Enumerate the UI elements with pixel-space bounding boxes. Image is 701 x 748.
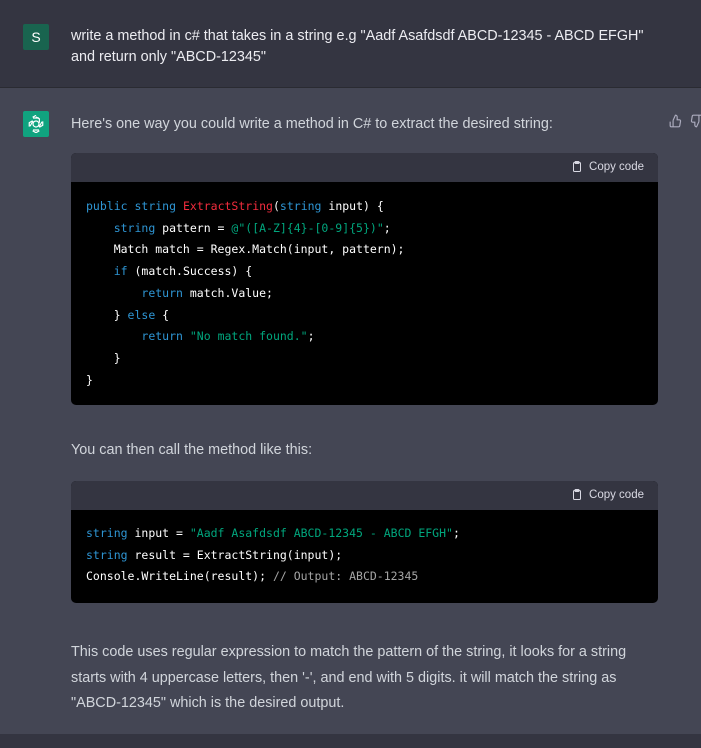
- code-token: @"([A-Z]{4}-[0-9]{5})": [231, 220, 384, 235]
- user-message-line: write a method in c# that takes in a str…: [71, 28, 644, 44]
- code-line: string pattern = @"([A-Z]{4}-[0-9]{5})";: [113, 220, 391, 235]
- copy-code-button[interactable]: Copy code: [571, 160, 644, 173]
- thumbs-up-icon[interactable]: [668, 113, 684, 129]
- code-line: Console.WriteLine(result); // Output: AB…: [86, 569, 419, 584]
- copy-code-label: Copy code: [589, 160, 644, 173]
- code-line: }: [86, 350, 121, 365]
- code-token: public: [86, 199, 128, 213]
- code-block: Copy code string input = "Aadf Asafdsdf …: [71, 481, 658, 603]
- code-line: return match.Value;: [141, 285, 273, 300]
- code-token: ExtractString: [182, 199, 273, 213]
- code-content: string input = "Aadf Asafdsdf ABCD-12345…: [71, 510, 658, 588]
- code-token: else: [127, 307, 156, 322]
- code-line: if (match.Success) {: [113, 264, 253, 279]
- code-token: return: [141, 285, 183, 300]
- code-line: string result = ExtractString(input);: [86, 547, 343, 562]
- code-token: string: [134, 199, 177, 213]
- code-token: string: [279, 199, 322, 213]
- explanation-line: This code uses regular expression to mat…: [71, 644, 627, 660]
- thumbs-down-icon[interactable]: [688, 113, 701, 129]
- code-line: public string ExtractString(string input…: [86, 199, 384, 213]
- code-line: return "No match found.";: [141, 329, 315, 344]
- assistant-mid-text: You can then call the method like this:: [71, 442, 313, 458]
- user-message: write a method in c# that takes in a str…: [71, 26, 671, 68]
- user-message-block: S write a method in c# that takes in a s…: [0, 0, 701, 88]
- code-line: } else {: [86, 307, 170, 322]
- clipboard-icon: [573, 161, 582, 172]
- assistant-intro: Here's one way you could write a method …: [71, 116, 553, 132]
- explanation-line: starts with 4 uppercase letters, then '-…: [71, 669, 617, 686]
- code-token: string: [113, 220, 156, 235]
- code-token: "No match found.": [189, 329, 308, 344]
- code-token: string: [86, 526, 128, 540]
- code-block-header: Copy code: [71, 481, 658, 510]
- explanation-line: "ABCD-12345" which is the desired output…: [71, 695, 345, 711]
- clipboard-icon: [573, 489, 582, 500]
- user-avatar: S: [23, 24, 49, 50]
- assistant-explanation: This code uses regular expression to mat…: [71, 640, 626, 717]
- code-line: }: [86, 372, 93, 387]
- code-block-header: Copy code: [71, 153, 658, 182]
- bottom-bar: [0, 734, 701, 748]
- user-message-line: and return only "ABCD-12345": [71, 49, 267, 65]
- copy-code-label: Copy code: [589, 488, 644, 501]
- code-content: public string ExtractString(string input…: [71, 182, 658, 391]
- openai-logo-icon: [23, 111, 49, 137]
- code-block: Copy code public string ExtractString(st…: [71, 153, 658, 405]
- code-comment: // Output: ABCD-12345: [272, 569, 419, 584]
- copy-code-button[interactable]: Copy code: [571, 488, 644, 501]
- code-token: "Aadf Asafdsdf ABCD-12345 - ABCD EFGH": [189, 526, 453, 540]
- code-token: string: [86, 547, 128, 562]
- code-token: if: [113, 264, 128, 279]
- code-token: return: [141, 329, 183, 344]
- code-line: Match match = Regex.Match(input, pattern…: [86, 242, 405, 257]
- code-line: string input = "Aadf Asafdsdf ABCD-12345…: [86, 526, 460, 540]
